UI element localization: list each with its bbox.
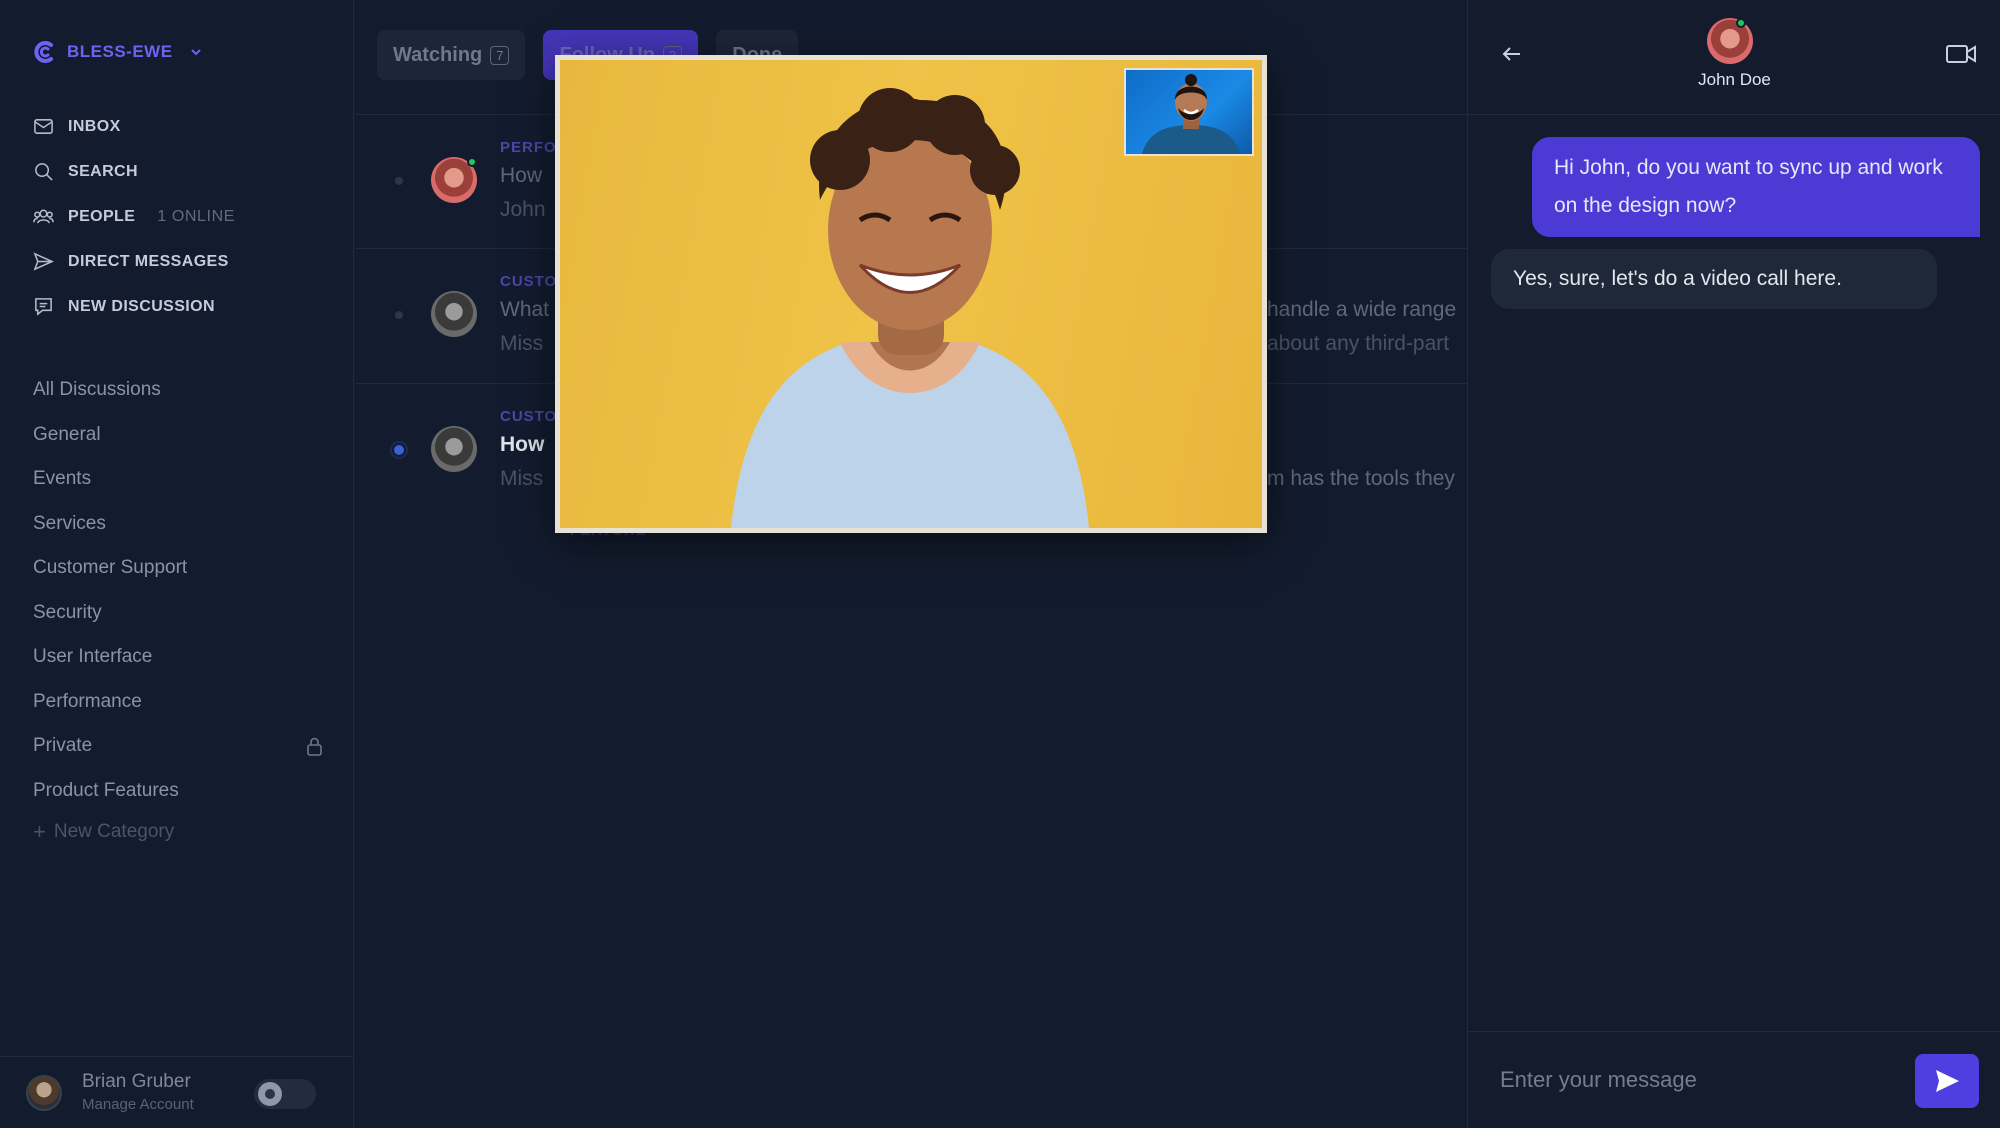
message-incoming: Yes, sure, let's do a video call here. (1491, 249, 1937, 309)
thread-author: Miss (500, 332, 544, 355)
online-indicator (467, 157, 477, 167)
category-label: General (33, 423, 101, 445)
category-security[interactable]: Security (33, 591, 323, 636)
main-nav: INBOX SEARCH PEOPLE 1 ONLINE DIRECT MESS… (33, 104, 235, 329)
category-label: Services (33, 512, 106, 534)
thread-excerpt: handle a wide range (1267, 298, 1457, 321)
category-customer-support[interactable]: Customer Support (33, 546, 323, 591)
sun-icon (258, 1082, 282, 1106)
plus-icon: + (33, 819, 46, 844)
message-composer (1468, 1031, 2000, 1128)
category-all-discussions[interactable]: All Discussions (33, 368, 323, 413)
category-label: Product Features (33, 779, 179, 801)
avatar (431, 291, 477, 337)
tab-count: 7 (490, 45, 510, 65)
category-label: All Discussions (33, 379, 161, 401)
nav-inbox[interactable]: INBOX (33, 104, 235, 149)
nav-new-discussion[interactable]: NEW DISCUSSION (33, 284, 235, 329)
search-icon (35, 163, 53, 181)
video-camera-icon[interactable] (1945, 42, 1977, 66)
category-performance[interactable]: Performance (33, 680, 323, 725)
back-arrow-icon[interactable] (1500, 42, 1524, 66)
category-label: User Interface (33, 646, 153, 668)
new-category-label: New Category (53, 821, 175, 842)
nav-label: NEW DISCUSSION (68, 297, 215, 315)
workspace-switcher[interactable]: BLESS-EWE (33, 40, 203, 64)
contact-avatar[interactable] (1707, 18, 1753, 64)
category-private[interactable]: Private (33, 724, 323, 769)
online-indicator (1736, 18, 1746, 28)
avatar (431, 426, 477, 472)
category-label: Events (33, 468, 92, 490)
manage-account-link[interactable]: Manage Account (82, 1096, 194, 1114)
sidebar: BLESS-EWE INBOX SEARCH PEOPLE 1 ONLINE D… (0, 0, 354, 1128)
message-outgoing: Hi John, do you want to sync up and work… (1532, 137, 1980, 237)
read-indicator (395, 177, 403, 185)
send-icon (1936, 1070, 1959, 1092)
category-services[interactable]: Services (33, 502, 323, 547)
avatar[interactable] (26, 1074, 62, 1111)
thread-category: PERFO (500, 139, 557, 156)
tab-label: Watching (393, 43, 483, 66)
tab-watching[interactable]: Watching 7 (377, 30, 526, 80)
thread-author: Miss (500, 467, 544, 490)
thread-excerpt: about any third-part (1267, 332, 1450, 355)
online-count: 1 ONLINE (157, 207, 236, 225)
nav-direct-messages[interactable]: DIRECT MESSAGES (33, 239, 235, 284)
category-label: Security (33, 601, 102, 623)
thread-title: What (500, 298, 550, 321)
remote-video (560, 60, 1262, 528)
self-participant-image (1142, 74, 1240, 154)
account-info[interactable]: Brian Gruber Manage Account (82, 1071, 194, 1114)
thread-category: CUSTO (500, 408, 558, 425)
mail-icon (34, 119, 53, 134)
nav-search[interactable]: SEARCH (33, 149, 235, 194)
logo-icon (34, 41, 53, 63)
message-input[interactable] (1500, 1058, 1880, 1102)
chat-icon (35, 298, 52, 316)
category-label: Private (33, 735, 93, 757)
category-general[interactable]: General (33, 413, 323, 458)
nav-label: PEOPLE (68, 207, 136, 225)
nav-label: DIRECT MESSAGES (68, 252, 229, 270)
thread-title: How (500, 164, 543, 187)
account-name: Brian Gruber (82, 1071, 191, 1093)
nav-people[interactable]: PEOPLE 1 ONLINE (33, 194, 235, 239)
nav-label: SEARCH (68, 162, 138, 180)
thread-title: How (500, 433, 545, 456)
unread-indicator (390, 441, 408, 459)
chevron-down-icon (190, 49, 201, 56)
direct-message-panel: John Doe Hi John, do you want to sync up… (1467, 0, 2000, 1128)
read-indicator (395, 311, 403, 319)
new-category-button[interactable]: + New Category (33, 819, 323, 845)
people-icon (33, 209, 54, 224)
category-product-features[interactable]: Product Features (33, 769, 323, 814)
lock-icon (307, 737, 322, 757)
contact-name: John Doe (1698, 70, 1771, 89)
thread-excerpt: m has the tools they (1267, 467, 1455, 490)
category-user-interface[interactable]: User Interface (33, 635, 323, 680)
workspace-name: BLESS-EWE (67, 42, 173, 61)
chat-header: John Doe (1468, 0, 2000, 115)
category-events[interactable]: Events (33, 457, 323, 502)
category-list: All Discussions General Events Services … (33, 368, 323, 845)
nav-label: INBOX (68, 117, 121, 135)
video-call-window[interactable] (555, 55, 1267, 533)
theme-toggle[interactable] (254, 1079, 316, 1109)
thread-category: CUSTO (500, 273, 558, 290)
send-button[interactable] (1915, 1054, 1979, 1108)
remote-participant-image (731, 88, 1089, 528)
category-label: Customer Support (33, 557, 188, 579)
self-video-thumbnail[interactable] (1124, 68, 1254, 156)
thread-author: John (500, 198, 546, 221)
account-footer: Brian Gruber Manage Account (0, 1056, 354, 1128)
category-label: Performance (33, 690, 142, 712)
send-icon (33, 252, 54, 271)
